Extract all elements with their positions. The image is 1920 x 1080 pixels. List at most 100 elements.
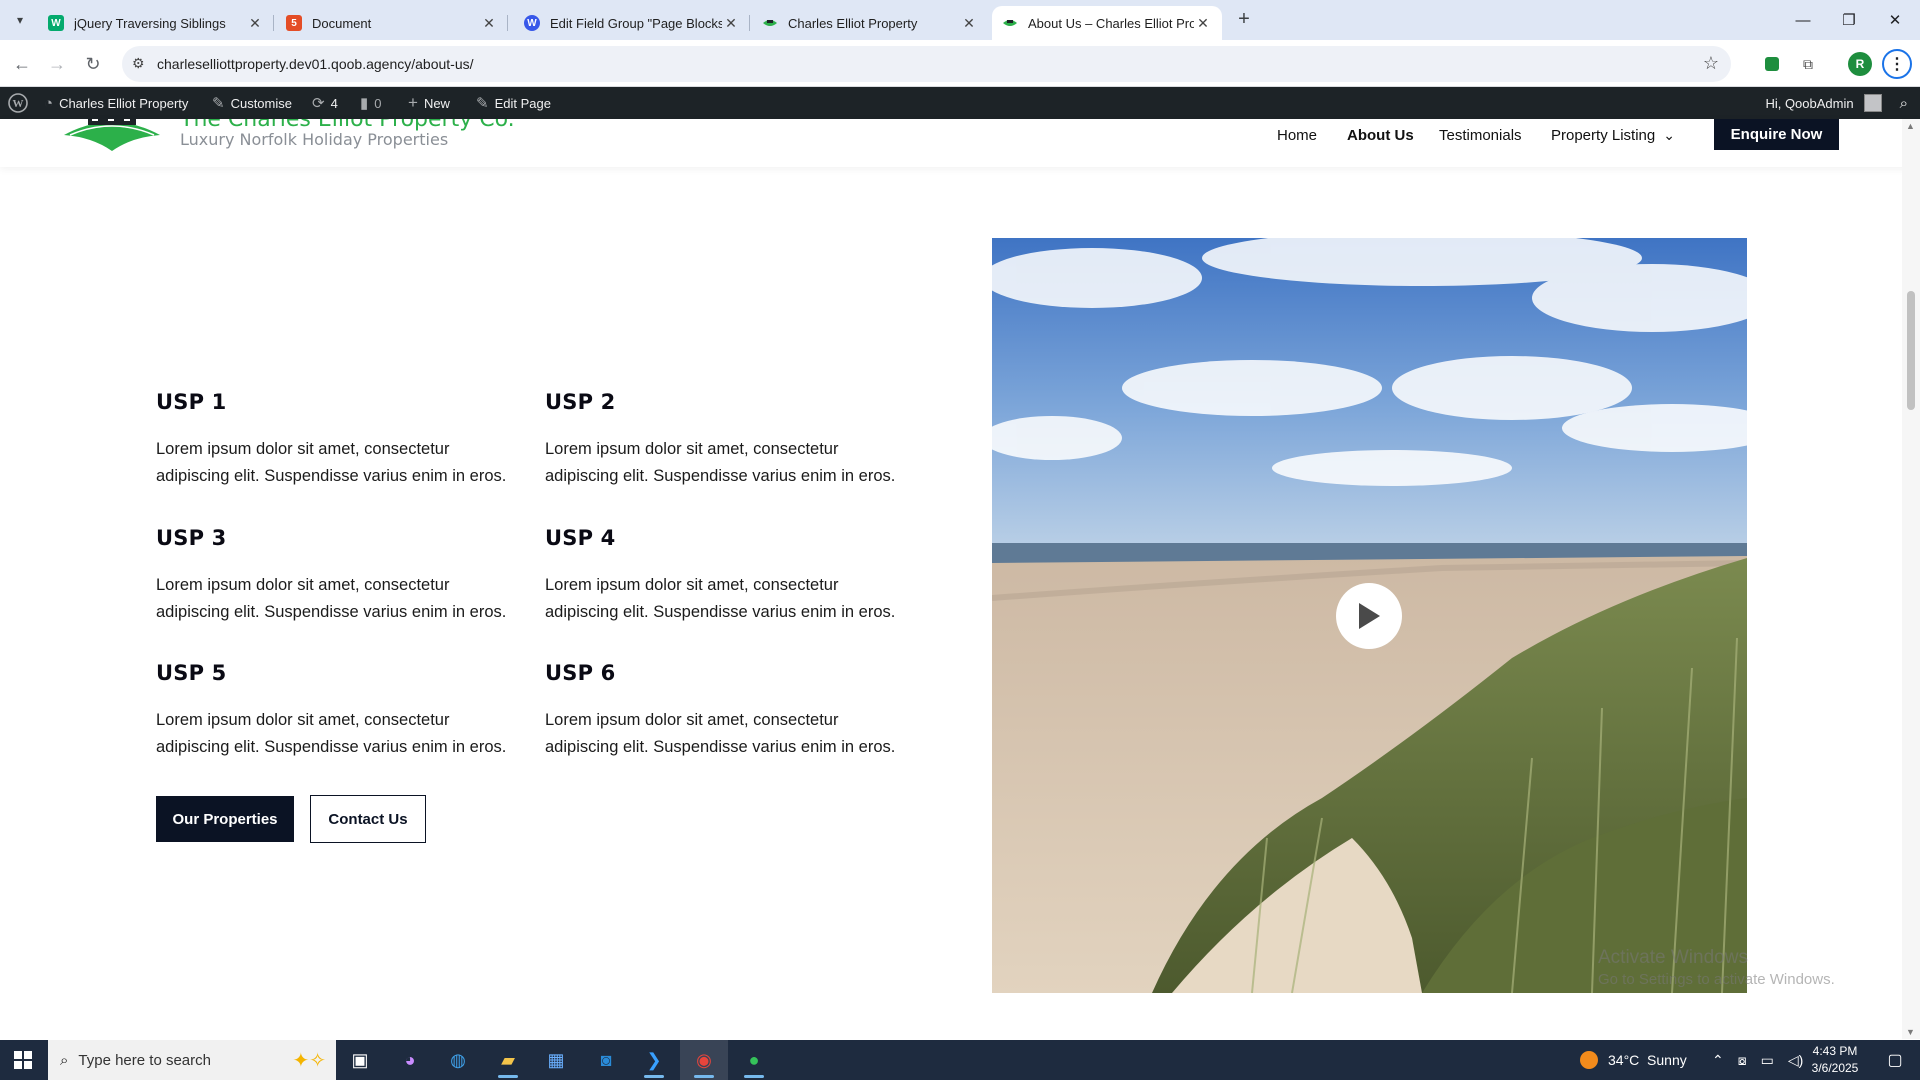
- nav-home[interactable]: Home: [1277, 119, 1317, 151]
- watermark-line2: Go to Settings to activate Windows.: [1598, 971, 1835, 988]
- admin-comments[interactable]: ▮ 0: [360, 87, 382, 119]
- comments-count: 0: [374, 95, 382, 111]
- restore-icon[interactable]: ❐: [1826, 0, 1872, 40]
- admin-site-name[interactable]: ◔ Charles Elliot Property: [44, 87, 188, 119]
- profile-avatar[interactable]: R: [1848, 52, 1872, 76]
- nav-testimonials[interactable]: Testimonials: [1439, 119, 1522, 151]
- sun-icon: [1580, 1051, 1598, 1069]
- site-header: The Charles Elliot Property Co. Luxury N…: [0, 119, 1920, 167]
- tab-title: Document: [312, 15, 372, 31]
- usp-text: Lorem ipsum dolor sit amet, consectetur …: [545, 440, 896, 485]
- scroll-thumb[interactable]: [1907, 291, 1915, 410]
- admin-avatar[interactable]: [1863, 94, 1882, 112]
- taskbar-clock[interactable]: 4:43 PM 3/6/2025: [1800, 1043, 1870, 1077]
- svg-text:W: W: [13, 98, 24, 110]
- site-logo-icon: [762, 15, 778, 31]
- chrome-icon[interactable]: ◉: [680, 1040, 728, 1080]
- brand-tagline: Luxury Norfolk Holiday Properties: [180, 130, 449, 149]
- tab-title: Edit Field Group "Page Blocks" ‹: [550, 15, 722, 31]
- weather-widget[interactable]: 34°C Sunny: [1580, 1040, 1687, 1080]
- browser-tab[interactable]: W Edit Field Group "Page Blocks" ‹ ✕: [514, 6, 750, 40]
- tray-chevron-up-icon[interactable]: ⌃: [1712, 1052, 1724, 1069]
- network-icon[interactable]: ▭: [1761, 1052, 1774, 1069]
- contact-us-button[interactable]: Contact Us: [310, 795, 426, 843]
- extensions-puzzle-icon[interactable]: ⧉: [1796, 52, 1820, 76]
- enquire-now-button[interactable]: Enquire Now: [1714, 119, 1839, 150]
- usp-item: USP 6 Lorem ipsum dolor sit amet, consec…: [545, 661, 915, 756]
- clock-time: 4:43 PM: [1812, 1044, 1858, 1058]
- html-icon: 5: [286, 15, 302, 31]
- admin-search-icon[interactable]: ⌕: [1900, 95, 1908, 112]
- browser-tab[interactable]: Charles Elliot Property ✕: [752, 6, 988, 40]
- close-tab-icon[interactable]: ✕: [1194, 15, 1212, 32]
- wordpress-logo-icon[interactable]: W: [8, 87, 28, 119]
- admin-account-greeting[interactable]: Hi, QoobAdmin: [1765, 96, 1853, 111]
- url-text[interactable]: charleselliottproperty.dev01.qoob.agency…: [157, 56, 474, 72]
- notifications-icon[interactable]: ▢: [1870, 1040, 1920, 1080]
- play-button[interactable]: [1336, 583, 1402, 649]
- close-window-icon[interactable]: ✕: [1872, 0, 1918, 40]
- bookmark-star-icon[interactable]: ☆: [1703, 53, 1719, 74]
- our-properties-button[interactable]: Our Properties: [156, 796, 294, 842]
- plus-icon: +: [408, 93, 418, 112]
- close-tab-icon[interactable]: ✕: [960, 15, 978, 32]
- scroll-down-icon[interactable]: ▼: [1906, 1027, 1915, 1037]
- vscode-icon[interactable]: ❯: [630, 1040, 678, 1080]
- usp-title: USP 5: [156, 661, 227, 685]
- wordpress-icon: W: [524, 15, 540, 31]
- admin-updates[interactable]: ⟳ 4: [312, 87, 338, 119]
- outlook-icon[interactable]: ◙: [582, 1040, 630, 1080]
- browser-tab[interactable]: W jQuery Traversing Siblings ✕: [38, 6, 274, 40]
- nav-about-us[interactable]: About Us: [1347, 119, 1414, 151]
- task-view-icon[interactable]: ▣: [336, 1040, 384, 1080]
- admin-customise[interactable]: ✎ Customise: [212, 87, 292, 119]
- taskbar-search[interactable]: ⌕ Type here to search ✦✧: [48, 1040, 336, 1080]
- messaging-app-icon[interactable]: ●: [730, 1040, 778, 1080]
- weather-text: 34°C Sunny: [1608, 1052, 1687, 1068]
- admin-edit-page[interactable]: ✎ Edit Page: [476, 87, 551, 119]
- pencil-icon: ✎: [476, 95, 489, 112]
- nav-property-listing[interactable]: Property Listing ⌄: [1551, 119, 1675, 151]
- scroll-up-icon[interactable]: ▲: [1906, 121, 1915, 131]
- updates-count: 4: [330, 95, 338, 111]
- address-bar[interactable]: ⚙ charleselliottproperty.dev01.qoob.agen…: [122, 46, 1731, 82]
- page-scrollbar[interactable]: ▲ ▼: [1902, 119, 1920, 1039]
- windows-start-icon[interactable]: [0, 1040, 46, 1080]
- updates-icon: ⟳: [312, 95, 325, 112]
- minimize-icon[interactable]: —: [1780, 0, 1826, 40]
- admin-new[interactable]: + New: [408, 87, 450, 119]
- site-logo-icon: [1002, 15, 1018, 31]
- about-video[interactable]: [992, 238, 1747, 993]
- browser-tab[interactable]: 5 Document ✕: [276, 6, 508, 40]
- site-logo[interactable]: [62, 119, 162, 157]
- new-tab-button[interactable]: +: [1232, 8, 1256, 32]
- reload-icon[interactable]: ↻: [79, 50, 107, 78]
- browser-menu-icon[interactable]: ⋮: [1882, 49, 1912, 79]
- usp-item: USP 3 Lorem ipsum dolor sit amet, consec…: [156, 526, 526, 621]
- close-tab-icon[interactable]: ✕: [480, 15, 498, 32]
- browser-toolbar: ← → ↻ ⚙ charleselliottproperty.dev01.qoo…: [0, 40, 1920, 87]
- browser-tab-active[interactable]: About Us – Charles Elliot Prope ✕: [992, 6, 1222, 40]
- forward-icon[interactable]: →: [43, 50, 71, 78]
- chevron-down-icon: ⌄: [1663, 126, 1675, 143]
- search-icon: ⌕: [60, 1051, 69, 1069]
- tab-search-chevron-icon[interactable]: ▾: [8, 8, 32, 32]
- back-icon[interactable]: ←: [8, 50, 36, 78]
- microsoft-store-icon[interactable]: ▦: [532, 1040, 580, 1080]
- camera-icon[interactable]: ⧇: [1738, 1052, 1747, 1069]
- file-explorer-icon[interactable]: ▰: [484, 1040, 532, 1080]
- extension-green-icon[interactable]: [1760, 52, 1784, 76]
- usp-text: Lorem ipsum dolor sit amet, consectetur …: [156, 711, 507, 756]
- usp-title: USP 6: [545, 661, 616, 685]
- close-tab-icon[interactable]: ✕: [246, 15, 264, 32]
- dashboard-icon: ◔: [44, 94, 54, 112]
- usp-item: USP 4 Lorem ipsum dolor sit amet, consec…: [545, 526, 915, 621]
- tab-title: Charles Elliot Property: [788, 15, 918, 31]
- tab-divider: [749, 15, 750, 31]
- site-info-icon[interactable]: ⚙: [132, 55, 145, 72]
- edge-icon[interactable]: ◍: [434, 1040, 482, 1080]
- close-tab-icon[interactable]: ✕: [722, 15, 740, 32]
- copilot-icon[interactable]: ◕: [386, 1040, 434, 1080]
- comment-icon: ▮: [360, 95, 369, 112]
- usp-title: USP 1: [156, 390, 227, 414]
